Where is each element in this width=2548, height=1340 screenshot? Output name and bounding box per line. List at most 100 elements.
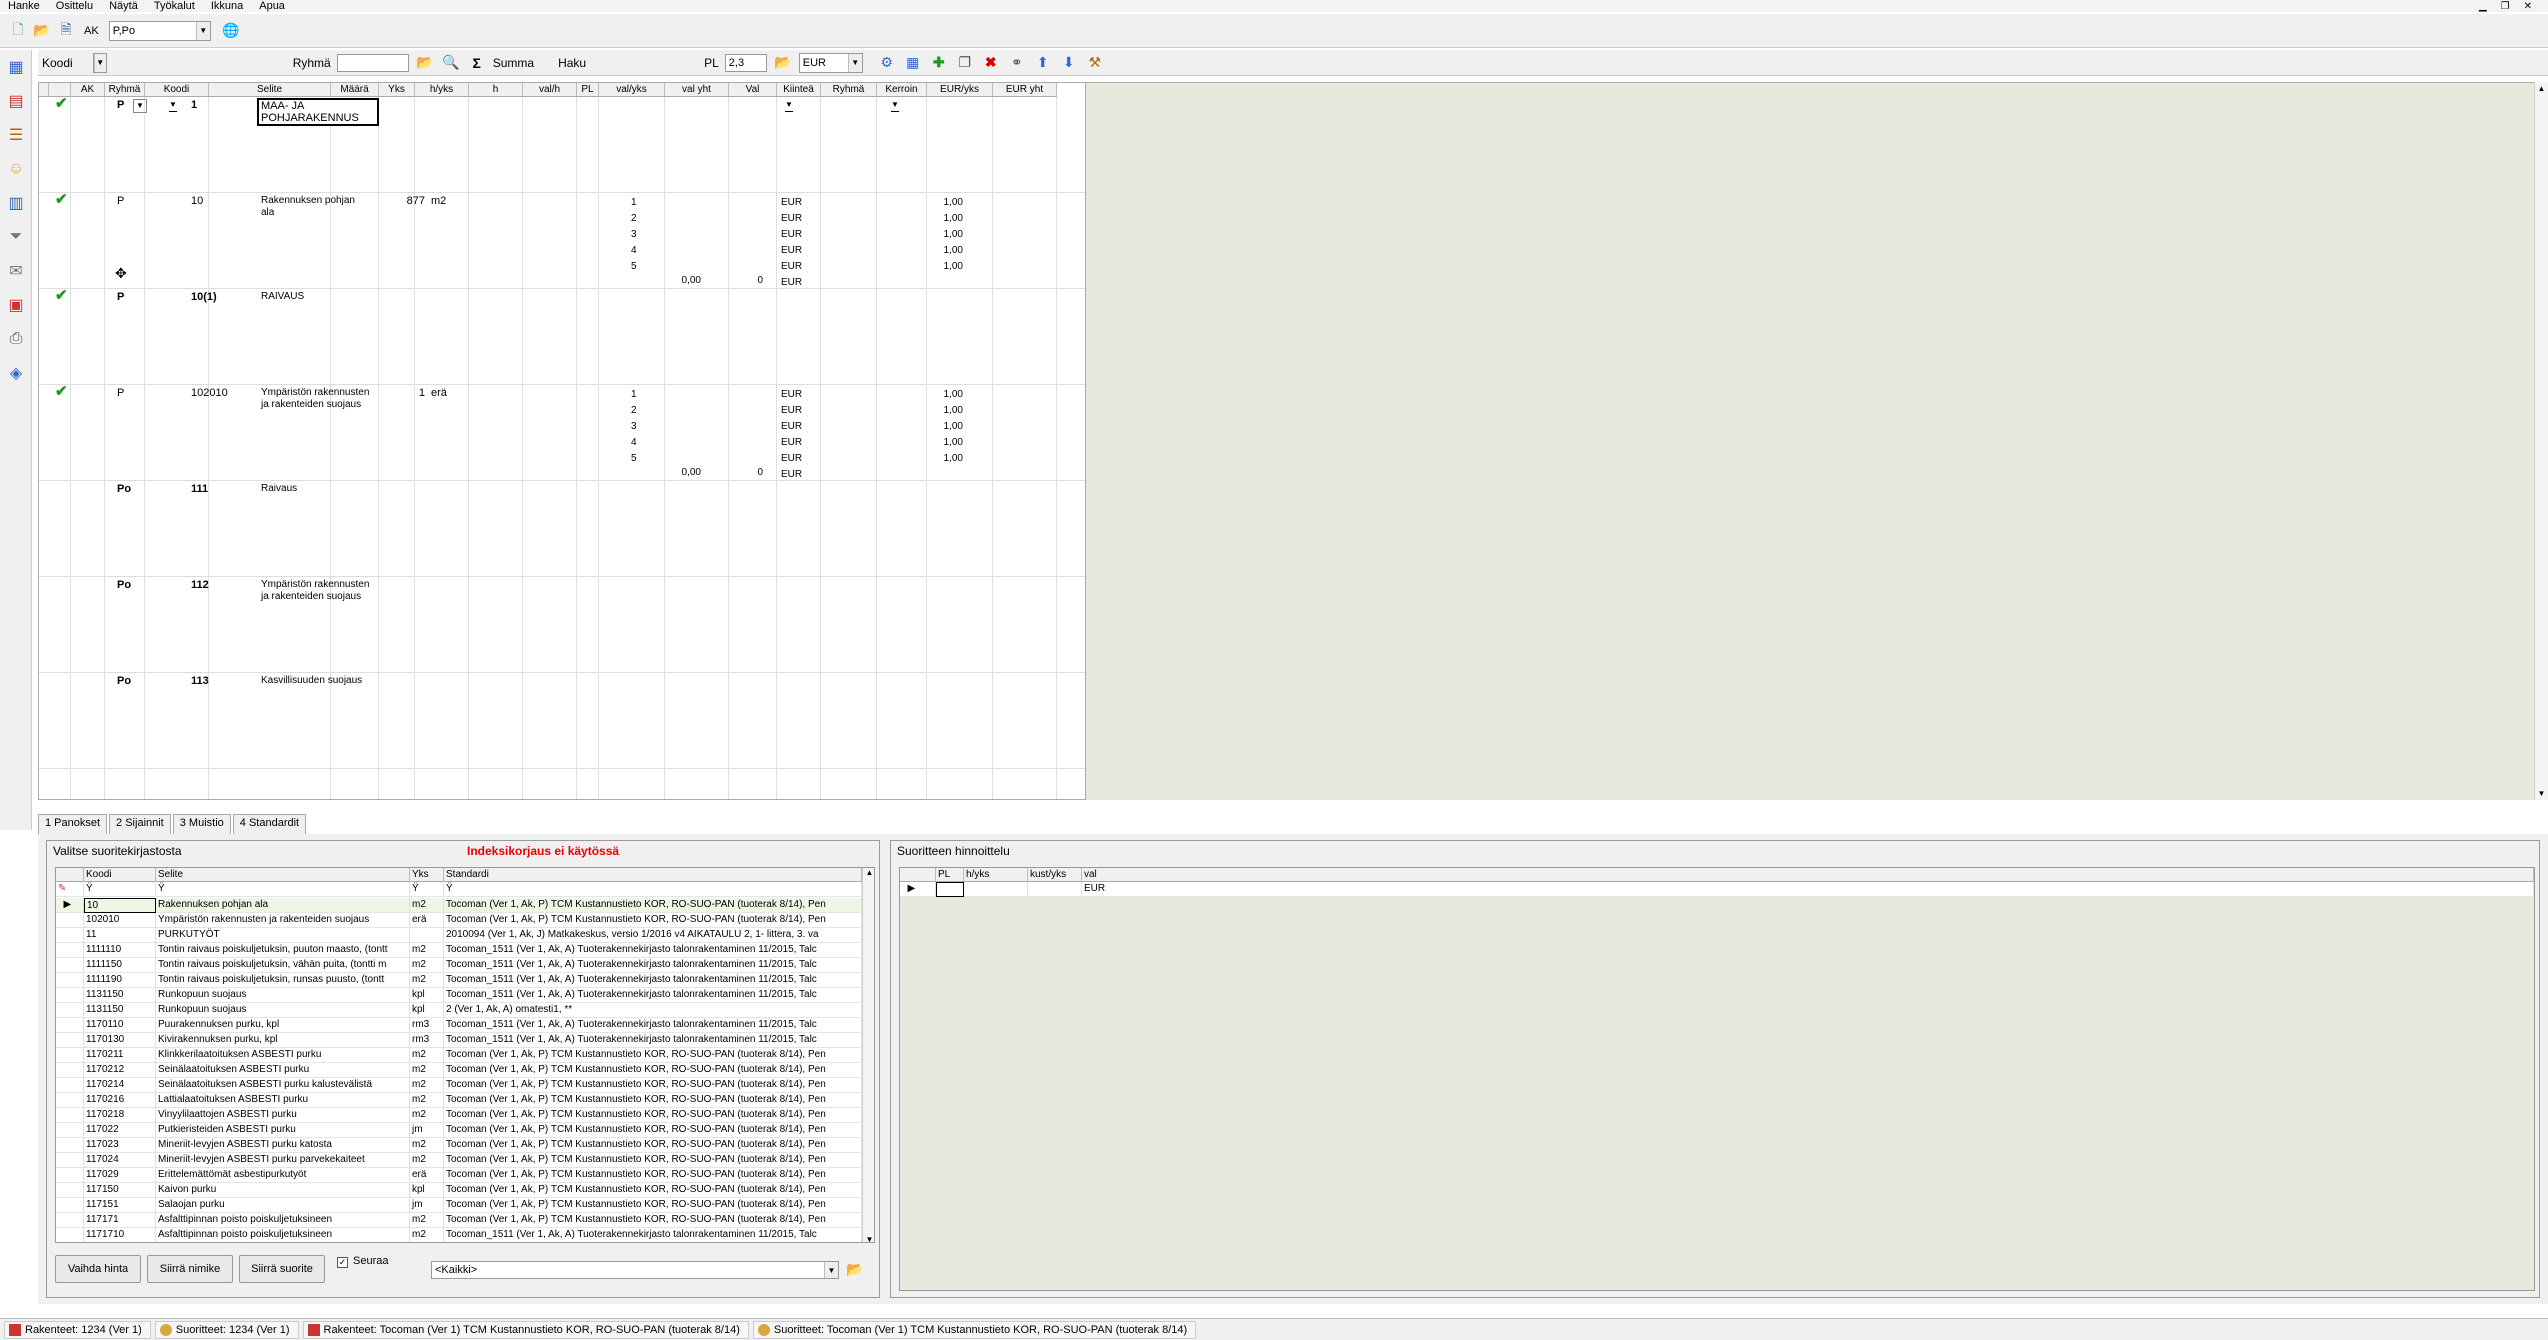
filter-icon[interactable]: Ÿ — [410, 882, 444, 897]
lib-cell-koodi[interactable]: 117023 — [84, 1138, 156, 1153]
lib-cell-selite[interactable]: Salaojan purku — [156, 1198, 410, 1213]
tag-icon[interactable]: ◈ — [3, 360, 29, 386]
lib-cell-standardi[interactable]: Tocoman (Ver 1, Ak, P) TCM Kustannustiet… — [444, 1108, 862, 1123]
lib-cell-koodi[interactable]: 1111190 — [84, 973, 156, 988]
chevron-down-icon[interactable]: ▼ — [891, 99, 899, 112]
tools-icon[interactable]: ⚒ — [1085, 53, 1105, 73]
arrow-up-icon[interactable]: ⬆ — [1033, 53, 1053, 73]
table-row[interactable]: 1170216 Lattialaatoituksen ASBESTI purku m… — [56, 1093, 862, 1108]
status-item[interactable]: Suoritteet: 1234 (Ver 1) — [154, 1320, 299, 1339]
table-row[interactable]: 1170218 Vinyylilaattojen ASBESTI purku m2 T… — [56, 1108, 862, 1123]
grid-row[interactable]: ✔ P ▼ ▼ 1 MAA- JA POHJARAKENNUS ▼ ▼ — [39, 96, 1085, 193]
grid-header-koodi[interactable]: Koodi — [145, 83, 209, 97]
price-pl-cell[interactable] — [936, 882, 964, 897]
lib-cell-selite[interactable]: Rakennuksen pohjan ala — [156, 898, 410, 913]
lib-cell-yks[interactable]: m2 — [410, 1093, 444, 1108]
close-icon[interactable]: ✕ — [2524, 1, 2532, 12]
lib-cell-yks[interactable]: m2 — [410, 1078, 444, 1093]
price-header-kustyks[interactable]: kust/yks — [1028, 868, 1082, 882]
row-koodi[interactable]: 10 — [191, 195, 203, 207]
lib-cell-yks[interactable]: rm3 — [410, 1018, 444, 1033]
lib-cell-yks[interactable]: jm — [410, 1198, 444, 1213]
row-ak[interactable]: Po — [117, 483, 131, 495]
grid-header-pl[interactable]: PL — [577, 83, 599, 97]
lib-cell-standardi[interactable]: Tocoman_1511 (Ver 1, Ak, A) Tuoterakenne… — [444, 973, 862, 988]
row-maara[interactable]: 877 — [379, 195, 425, 207]
lib-cell-standardi[interactable]: Tocoman (Ver 1, Ak, P) TCM Kustannustiet… — [444, 913, 862, 928]
lib-cell-koodi[interactable]: 117029 — [84, 1168, 156, 1183]
grid-row[interactable]: Po 111 Raivaus — [39, 481, 1085, 577]
book-icon[interactable]: ▤ — [3, 88, 29, 114]
row-ak[interactable]: P — [117, 195, 124, 207]
grid-scrollbar[interactable]: ▲ ▼ — [2534, 82, 2548, 800]
row-maara[interactable]: 1 — [379, 387, 425, 399]
price-val-cell[interactable]: EUR — [1082, 882, 2534, 897]
seuraa-checkbox[interactable]: ✓ — [337, 1257, 348, 1268]
table-row[interactable]: 117022 Putkieristeiden ASBESTI purku jm Toc… — [56, 1123, 862, 1138]
row-ak[interactable]: Po — [117, 579, 131, 591]
lib-cell-koodi[interactable]: 1131150 — [84, 988, 156, 1003]
lib-cell-koodi[interactable]: 1170218 — [84, 1108, 156, 1123]
scroll-up-icon[interactable]: ▲ — [863, 868, 874, 877]
grid-header-maara[interactable]: Määrä — [331, 83, 379, 97]
row-yks[interactable]: m2 — [431, 195, 446, 207]
lib-cell-standardi[interactable]: Tocoman (Ver 1, Ak, P) TCM Kustannustiet… — [444, 1213, 862, 1228]
delete-icon[interactable]: ✖ — [981, 53, 1001, 73]
grid-header-ryhma[interactable]: Ryhmä — [105, 83, 145, 97]
new-document-icon[interactable]: 🗋 — [8, 21, 28, 41]
lib-cell-selite[interactable]: Putkieristeiden ASBESTI purku — [156, 1123, 410, 1138]
row-koodi[interactable]: 111 — [191, 483, 208, 495]
sigma-icon[interactable]: Σ — [467, 53, 487, 73]
table-row[interactable]: 1171710 Asfalttipinnan poisto poiskuljetu… — [56, 1228, 862, 1242]
lib-cell-selite[interactable]: Klinkkerilaatoituksen ASBESTI purku — [156, 1048, 410, 1063]
lib-cell-yks[interactable]: m2 — [410, 958, 444, 973]
tab-muistio[interactable]: 3 Muistio — [172, 814, 231, 834]
lib-cell-koodi[interactable]: 1170216 — [84, 1093, 156, 1108]
lib-cell-koodi[interactable]: 1111110 — [84, 943, 156, 958]
chevron-down-icon[interactable]: ▼ — [133, 99, 147, 113]
chevron-down-icon[interactable]: ▼ — [785, 99, 793, 112]
table-row[interactable]: 117151 Salaojan purku jm Tocoman (Ver 1, Ak… — [56, 1198, 862, 1213]
lib-cell-selite[interactable]: Runkopuun suojaus — [156, 988, 410, 1003]
scroll-down-icon[interactable]: ▼ — [2535, 789, 2548, 798]
library-filter-select[interactable]: <Kaikki> ▼ — [431, 1261, 839, 1279]
lib-cell-koodi[interactable]: 1170212 — [84, 1063, 156, 1078]
lib-cell-standardi[interactable]: Tocoman_1511 (Ver 1, Ak, A) Tuoterakenne… — [444, 1033, 862, 1048]
row-valyht[interactable]: 0 — [715, 275, 763, 287]
row-selite[interactable]: RAIVAUS — [261, 291, 304, 303]
filter-icon[interactable]: Ÿ — [84, 882, 156, 897]
menu-hanke[interactable]: Hanke — [0, 0, 48, 12]
lib-cell-selite[interactable]: Seinälaatoituksen ASBESTI purku kalustev… — [156, 1078, 410, 1093]
lib-cell-selite[interactable]: Kivirakennuksen purku, kpl — [156, 1033, 410, 1048]
chevron-down-icon[interactable]: ▼ — [195, 21, 210, 40]
table-row[interactable]: 1131150 Runkopuun suojaus kpl Tocoman_1511 … — [56, 988, 862, 1003]
price-header-pl[interactable]: PL — [936, 868, 964, 882]
lib-cell-yks[interactable]: rm3 — [410, 1033, 444, 1048]
row-valyks[interactable]: 0,00 — [639, 275, 701, 287]
grid-header-ak[interactable]: AK — [71, 83, 105, 97]
menu-ikkuna[interactable]: Ikkuna — [203, 0, 251, 12]
table-row[interactable]: ▶ 10 Rakennuksen pohjan ala m2 Tocoman (Ver … — [56, 898, 862, 913]
lib-cell-yks[interactable]: kpl — [410, 988, 444, 1003]
lib-cell-standardi[interactable]: Tocoman (Ver 1, Ak, P) TCM Kustannustiet… — [444, 1063, 862, 1078]
lib-header-standardi[interactable]: Standardi — [444, 868, 862, 882]
lib-cell-yks[interactable]: m2 — [410, 898, 444, 913]
copy-icon[interactable]: ❐ — [955, 53, 975, 73]
lib-cell-selite[interactable]: Seinälaatoituksen ASBESTI purku — [156, 1063, 410, 1078]
report-icon[interactable]: ▣ — [3, 292, 29, 318]
menu-tyokalut[interactable]: Työkalut — [146, 0, 203, 12]
table-row[interactable]: 1170211 Klinkkerilaatoituksen ASBESTI pur… — [56, 1048, 862, 1063]
grid-header-eur-yks[interactable]: EUR/yks — [927, 83, 993, 97]
row-ak[interactable]: P — [117, 387, 124, 399]
row-pl[interactable]: 1 2 3 4 5 — [631, 195, 637, 275]
table-row[interactable]: 1170110 Puurakennuksen purku, kpl rm3 Tocom… — [56, 1018, 862, 1033]
books-icon[interactable]: ▥ — [3, 190, 29, 216]
lib-cell-standardi[interactable]: 2010094 (Ver 1, Ak, J) Matkakeskus, vers… — [444, 928, 862, 943]
table-row[interactable]: 1111110 Tontin raivaus poiskuljetuksin, p… — [56, 943, 862, 958]
table-row[interactable]: 1131150 Runkopuun suojaus kpl 2 (Ver 1, Ak,… — [56, 1003, 862, 1018]
row-val[interactable]: EUR EUR EUR EUR EUR EUR — [781, 387, 802, 483]
ryhma-input[interactable] — [336, 53, 409, 72]
lib-cell-selite[interactable]: Puurakennuksen purku, kpl — [156, 1018, 410, 1033]
pl-input[interactable]: 2,3 — [724, 53, 767, 72]
lib-cell-yks[interactable]: m2 — [410, 1108, 444, 1123]
